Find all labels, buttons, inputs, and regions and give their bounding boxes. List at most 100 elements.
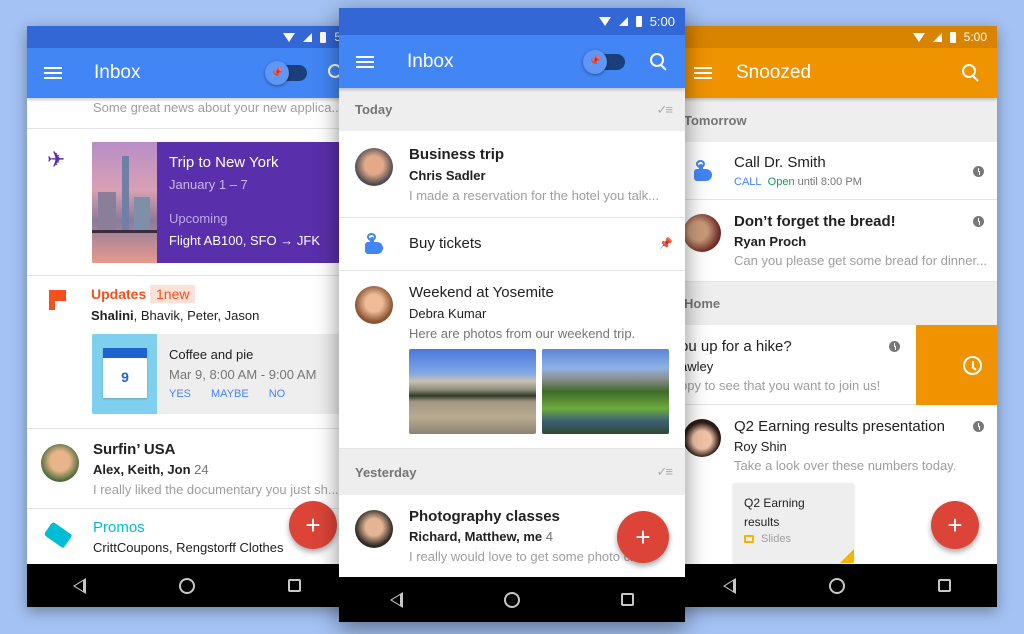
rsvp-yes-button[interactable]: YES xyxy=(169,388,191,400)
compose-fab[interactable]: + xyxy=(617,511,669,563)
calendar-icon: 9 xyxy=(92,334,157,414)
list-item-surfin[interactable]: Surfin’ USA Alex, Keith, Jon 24 I really… xyxy=(27,429,347,509)
app-bar: Inbox 📌 xyxy=(27,48,347,98)
subject: Photography classes xyxy=(409,508,560,525)
sender: Roy Shin xyxy=(734,439,787,454)
updates-bundle[interactable]: Updates 1new Shalini, Bhavik, Peter, Jas… xyxy=(27,276,347,429)
snippet: Some great news about your new applica..… xyxy=(93,100,343,115)
snooze-clock-icon xyxy=(973,421,984,432)
subject: Q2 Earning results presentation xyxy=(734,418,945,435)
back-icon[interactable] xyxy=(73,577,87,594)
photo-lake[interactable] xyxy=(409,349,536,434)
reminder-buy-tickets[interactable]: Buy tickets 📌 xyxy=(339,218,685,271)
home-icon[interactable] xyxy=(503,591,520,608)
trip-bundle[interactable]: ✈ Trip to New York January 1 – 7 Upcomin… xyxy=(27,129,347,276)
menu-icon[interactable] xyxy=(694,67,712,79)
list-item-partial[interactable]: Some great news about your new applica..… xyxy=(27,98,347,129)
attachment-title: Q2 Earning results xyxy=(744,496,805,529)
updates-label: Updates xyxy=(91,286,147,302)
subject: ou up for a hike? xyxy=(680,338,792,355)
city-image xyxy=(92,142,157,263)
list-item-yosemite[interactable]: Weekend at Yosemite Debra Kumar Here are… xyxy=(339,271,685,449)
pinned-toggle[interactable]: 📌 xyxy=(583,49,625,74)
subject: Surfin’ USA xyxy=(93,441,176,458)
status-bar: 5:00 xyxy=(677,26,997,48)
nav-bar xyxy=(339,577,685,622)
snippet: I made a reservation for the hotel you t… xyxy=(409,188,660,203)
status-time: 5:00 xyxy=(963,30,987,44)
snooze-clock-icon xyxy=(973,166,984,177)
open-status: Open xyxy=(767,176,795,188)
subject: Don’t forget the bread! xyxy=(734,213,896,230)
nav-bar xyxy=(677,564,997,607)
recents-icon[interactable] xyxy=(621,593,635,606)
pinned-toggle[interactable]: 📌 xyxy=(265,61,307,85)
attachment-type: Slides xyxy=(761,533,791,545)
signal-icon xyxy=(932,32,942,42)
search-icon[interactable] xyxy=(961,63,981,83)
compose-fab[interactable]: + xyxy=(931,501,979,549)
nav-bar xyxy=(27,564,347,607)
back-icon[interactable] xyxy=(723,577,737,594)
menu-icon[interactable] xyxy=(356,55,374,68)
status-time: 5:00 xyxy=(649,14,675,29)
phone-snoozed: 5:00 Snoozed Tomorrow Call Dr. Smith CAL… xyxy=(677,26,997,607)
trip-card[interactable]: Trip to New York January 1 – 7 Upcoming … xyxy=(92,142,347,263)
avatar xyxy=(355,148,393,186)
reminder-icon xyxy=(365,233,383,255)
home-icon[interactable] xyxy=(178,577,195,594)
phone-inbox-left: 5:0 Inbox 📌 Some great news about your n… xyxy=(27,26,347,607)
trip-title: Trip to New York xyxy=(169,154,279,171)
avatar xyxy=(683,214,721,252)
reminder-meta: CALL Open until 8:00 PM xyxy=(734,176,862,188)
rsvp-no-button[interactable]: NO xyxy=(269,388,286,400)
section-header-today: Today ✓≡ xyxy=(339,88,685,131)
battery-icon xyxy=(635,16,642,27)
call-action[interactable]: CALL xyxy=(734,176,762,188)
app-title: Snoozed xyxy=(736,62,812,83)
app-title: Inbox xyxy=(94,62,141,83)
reminder-icon xyxy=(694,160,712,182)
search-icon[interactable] xyxy=(649,52,669,72)
reminder-title: Call Dr. Smith xyxy=(734,154,826,171)
snooze-clock-icon xyxy=(963,356,982,375)
avatar xyxy=(683,419,721,457)
snooze-clock-icon xyxy=(889,341,900,352)
home-icon[interactable] xyxy=(828,577,845,594)
signal-icon xyxy=(618,17,628,26)
wifi-icon xyxy=(598,17,611,26)
menu-icon[interactable] xyxy=(44,67,62,79)
sweep-done-icon[interactable]: ✓≡ xyxy=(657,464,674,480)
section-header-yesterday: Yesterday ✓≡ xyxy=(339,449,685,495)
pin-icon: 📌 xyxy=(265,61,289,85)
snooze-clock-icon xyxy=(973,216,984,227)
list-item-bread[interactable]: Don’t forget the bread! Ryan Proch Can y… xyxy=(677,200,997,282)
recents-icon[interactable] xyxy=(937,579,951,592)
recents-icon[interactable] xyxy=(287,579,301,592)
rsvp-maybe-button[interactable]: MAYBE xyxy=(211,388,249,400)
avatar xyxy=(355,286,393,324)
reminder-call[interactable]: Call Dr. Smith CALL Open until 8:00 PM xyxy=(677,142,997,200)
compose-fab[interactable]: + xyxy=(289,501,337,549)
section-header-home: Home xyxy=(677,282,997,325)
sender: Debra Kumar xyxy=(409,306,487,321)
rsvp-buttons: YES MAYBE NO xyxy=(169,388,285,400)
attachment-card[interactable]: Q2 Earning results Slides xyxy=(733,483,854,563)
list-item-business-trip[interactable]: Business trip Chris Sadler I made a rese… xyxy=(339,131,685,218)
back-icon[interactable] xyxy=(389,591,403,608)
phone-inbox-main: 5:00 Inbox 📌 Today ✓≡ Business trip Chri… xyxy=(339,8,685,622)
tag-icon xyxy=(43,521,73,549)
app-title: Inbox xyxy=(407,50,454,72)
pin-icon[interactable]: 📌 xyxy=(659,237,673,250)
battery-icon xyxy=(949,31,956,43)
sweep-done-icon[interactable]: ✓≡ xyxy=(657,102,674,118)
signal-icon xyxy=(303,32,313,42)
list-item-hike-swiping[interactable]: ou up for a hike? awley ppy to see that … xyxy=(677,325,997,405)
event-card[interactable]: 9 Coffee and pie Mar 9, 8:00 AM - 9:00 A… xyxy=(92,334,347,414)
photo-meadow[interactable] xyxy=(542,349,669,434)
snooze-swipe-action[interactable] xyxy=(916,325,997,405)
sender: Chris Sadler xyxy=(409,168,486,183)
subject: Weekend at Yosemite xyxy=(409,284,554,301)
trip-dates: January 1 – 7 xyxy=(169,177,248,192)
app-bar: Inbox 📌 xyxy=(339,35,685,88)
